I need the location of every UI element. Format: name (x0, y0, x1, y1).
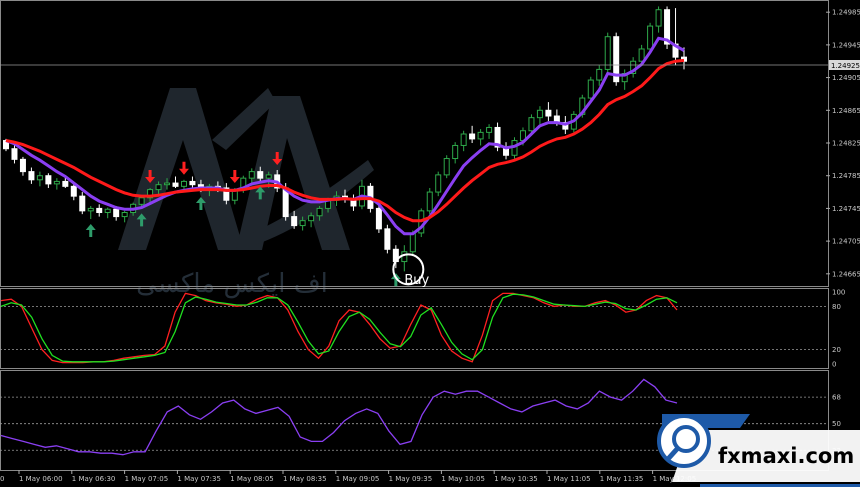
candle-body (426, 191, 433, 212)
candle-body (180, 180, 187, 187)
y-tick-label: 1.24785 (832, 172, 860, 180)
candle-body (121, 212, 128, 218)
candle-body (19, 158, 26, 173)
candle-body (401, 251, 408, 263)
candle-body (545, 109, 552, 117)
y-tick-label: 1.24985 (832, 9, 860, 17)
x-tick-label: 1 May 10:35 (494, 475, 538, 483)
candle-body (36, 175, 43, 181)
candle-body (104, 208, 111, 214)
candle-body (435, 174, 442, 193)
candle-body (299, 220, 306, 227)
down-arrow-icon (229, 169, 240, 183)
current-price-label: 1.24925 (831, 62, 860, 70)
indicator-line (0, 293, 678, 363)
ma-line (5, 36, 685, 236)
y-axis-ticks: 1.24985 1.24945 1.24905 1.24865 1.24825 1.247… (826, 9, 860, 455)
candle-body (189, 180, 196, 186)
x-tick-label: 1 May 11:05 (547, 475, 591, 483)
candle-body (409, 232, 416, 253)
up-arrow-icon (390, 273, 401, 287)
x-tick-label: 1 May 07:05 (125, 475, 169, 483)
x-tick-label: 1 May 11:35 (600, 475, 644, 483)
down-arrow-icon (178, 161, 189, 175)
candle-body (291, 216, 298, 227)
candle-body (138, 197, 145, 205)
y-tick-label: 1.24745 (832, 205, 860, 213)
brand-badge: fxmaxi.com (657, 414, 860, 487)
watermark-text: اف ایکس ماکسی (136, 269, 328, 299)
candle-body (469, 133, 476, 140)
x-tick-label: 1 May 09:05 (336, 475, 380, 483)
candle-body (443, 158, 450, 176)
x-tick-label: 1 May 06:30 (72, 475, 116, 483)
y-tick-label: 20 (832, 346, 841, 354)
candle-body (265, 174, 272, 179)
y-tick-label: 1.24665 (832, 270, 860, 278)
candle-body (308, 215, 315, 222)
x-tick-label: 0 (0, 475, 4, 483)
x-tick-label: 1 May 08:05 (230, 475, 274, 483)
candle-body (96, 207, 103, 213)
trading-chart: اف ایکس ماکسی 1.24985 1.24945 1.24905 1.248… (0, 0, 860, 487)
y-tick-label: 80 (832, 303, 841, 311)
candle-body (28, 171, 35, 181)
candle-body (647, 25, 654, 50)
candle-body (587, 79, 594, 99)
candle-body (316, 207, 323, 217)
indicator-line (0, 378, 678, 456)
candlesticks (3, 6, 687, 272)
y-tick-label: 1.24705 (832, 238, 860, 246)
candle-body (452, 144, 459, 160)
x-tick-label: 1 May 06:00 (19, 475, 63, 483)
candle-body (528, 117, 535, 132)
candle-body (536, 109, 543, 119)
candle-body (655, 9, 662, 27)
y-tick-label: 50 (832, 420, 841, 428)
x-tick-label: 1 May 10:05 (441, 475, 485, 483)
brand-name: fxmaxi.com (718, 444, 854, 468)
candle-body (486, 126, 493, 133)
x-axis-ticks: 0 1 May 06:00 1 May 06:30 1 May 07:05 1 May … (0, 470, 696, 483)
x-tick-label: 1 May 09:35 (389, 475, 433, 483)
candle-body (87, 207, 94, 212)
candle-body (79, 195, 86, 212)
up-arrow-icon (85, 224, 96, 238)
x-tick-label: 1 May 07:35 (177, 475, 221, 483)
candle-body (53, 180, 60, 185)
y-tick-label: 1.24905 (832, 74, 860, 82)
candle-body (596, 68, 603, 81)
candle-body (604, 36, 611, 70)
y-tick-label: 100 (832, 289, 845, 297)
y-tick-label: 1.24945 (832, 41, 860, 49)
indicator-line (0, 292, 678, 364)
candle-body (248, 171, 255, 179)
y-tick-label: 1.24865 (832, 107, 860, 115)
candle-body (11, 148, 18, 160)
candle-body (477, 131, 484, 140)
watermark-logo (118, 88, 374, 250)
candle-body (45, 175, 52, 185)
candle-body (164, 182, 171, 186)
candle-body (62, 180, 69, 187)
x-tick-label: 1 May 08:35 (283, 475, 327, 483)
buy-label: Buy (404, 273, 429, 288)
y-tick-label: 1.24825 (832, 140, 860, 148)
y-tick-label: 0 (832, 361, 836, 369)
candle-body (113, 208, 120, 218)
candle-body (384, 228, 391, 250)
candle-body (257, 171, 264, 179)
candle-body (375, 207, 382, 230)
candle-body (155, 184, 162, 191)
y-tick-label: 68 (832, 394, 841, 402)
candle-body (460, 133, 467, 146)
candle-body (172, 182, 179, 187)
candle-body (70, 185, 77, 197)
